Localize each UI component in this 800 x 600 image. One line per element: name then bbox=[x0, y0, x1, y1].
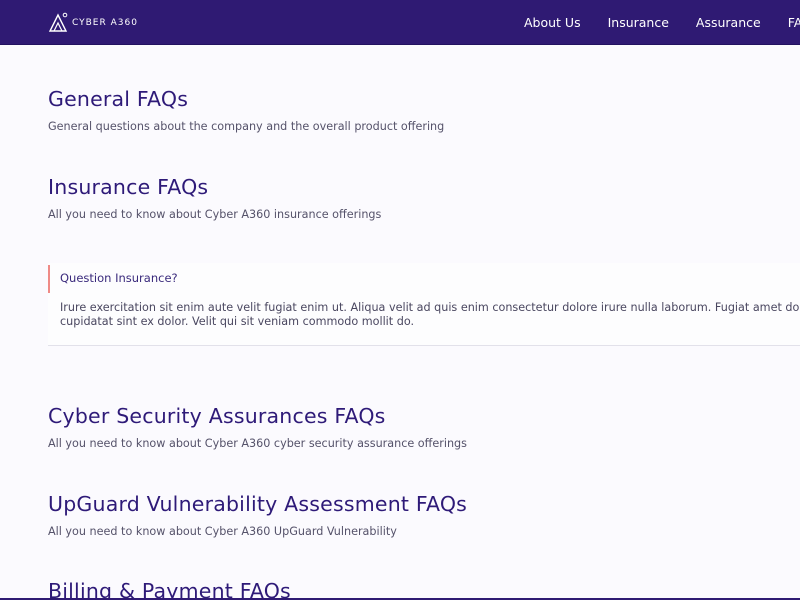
brand-logo[interactable]: CYBER A360 bbox=[48, 11, 138, 35]
section-general-faqs[interactable]: General FAQs General questions about the… bbox=[48, 87, 444, 133]
section-title[interactable]: Insurance FAQs bbox=[48, 175, 381, 199]
faq-content: General FAQs General questions about the… bbox=[48, 46, 800, 600]
faq-item[interactable]: Question Insurance? Irure exercitation s… bbox=[48, 263, 800, 346]
main-nav: About Us Insurance Assurance FAQ bbox=[524, 0, 800, 44]
logo-icon bbox=[48, 12, 68, 32]
section-subtitle: All you need to know about Cyber A360 in… bbox=[48, 208, 382, 221]
section-title[interactable]: Cyber Security Assurances FAQs bbox=[48, 404, 467, 428]
faq-answer-line: cupidatat sint ex dolor. Velit qui sit v… bbox=[60, 315, 415, 328]
logo-text: CYBER A360 bbox=[72, 18, 138, 28]
faq-answer-line: Irure exercitation sit enim aute velit f… bbox=[60, 301, 800, 314]
top-navbar: CYBER A360 About Us Insurance Assurance … bbox=[0, 0, 800, 45]
section-subtitle: All you need to know about Cyber A360 Up… bbox=[48, 525, 397, 538]
section-title[interactable]: Billing & Payment FAQs bbox=[48, 579, 291, 600]
section-title[interactable]: UpGuard Vulnerability Assessment FAQs bbox=[48, 492, 467, 516]
faq-accent-bar bbox=[48, 265, 50, 293]
nav-item-about-us[interactable]: About Us bbox=[524, 15, 581, 30]
section-cyber-security-assurances-faqs[interactable]: Cyber Security Assurances FAQs All you n… bbox=[48, 404, 467, 450]
section-upguard-faqs[interactable]: UpGuard Vulnerability Assessment FAQs Al… bbox=[48, 492, 467, 538]
nav-item-assurance[interactable]: Assurance bbox=[696, 15, 761, 30]
faq-question[interactable]: Question Insurance? bbox=[60, 271, 178, 285]
section-title[interactable]: General FAQs bbox=[48, 87, 444, 111]
faq-answer: Irure exercitation sit enim aute velit f… bbox=[60, 301, 800, 329]
section-subtitle: All you need to know about Cyber A360 cy… bbox=[48, 437, 467, 450]
nav-item-faq[interactable]: FAQ bbox=[788, 15, 800, 30]
nav-item-insurance[interactable]: Insurance bbox=[608, 15, 669, 30]
section-subtitle: General questions about the company and … bbox=[48, 120, 445, 133]
section-billing-payment-faqs[interactable]: Billing & Payment FAQs bbox=[48, 579, 291, 600]
section-insurance-faqs[interactable]: Insurance FAQs All you need to know abou… bbox=[48, 175, 381, 221]
